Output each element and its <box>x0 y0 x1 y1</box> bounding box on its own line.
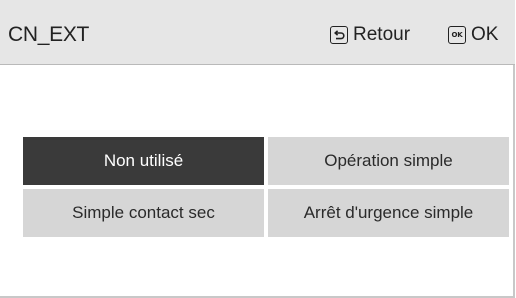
option-operation-simple[interactable]: Opération simple <box>268 137 509 185</box>
option-simple-contact-sec[interactable]: Simple contact sec <box>23 189 264 237</box>
ok-button[interactable]: OK OK <box>448 23 498 47</box>
back-button[interactable]: Retour <box>330 23 410 47</box>
cn-ext-screen: CN_EXT Retour OK OK Non utilisé Opératio… <box>0 0 516 298</box>
option-arret-urgence-simple[interactable]: Arrêt d'urgence simple <box>268 189 509 237</box>
back-label: Retour <box>353 24 411 45</box>
ok-key-icon-text: OK <box>451 30 463 39</box>
page-title: CN_EXT <box>8 23 90 46</box>
option-non-utilise[interactable]: Non utilisé <box>23 137 264 185</box>
ok-key-icon: OK <box>448 26 466 44</box>
header-bar: CN_EXT Retour OK OK <box>0 0 515 65</box>
ok-label: OK <box>471 24 499 45</box>
return-icon <box>330 26 348 44</box>
